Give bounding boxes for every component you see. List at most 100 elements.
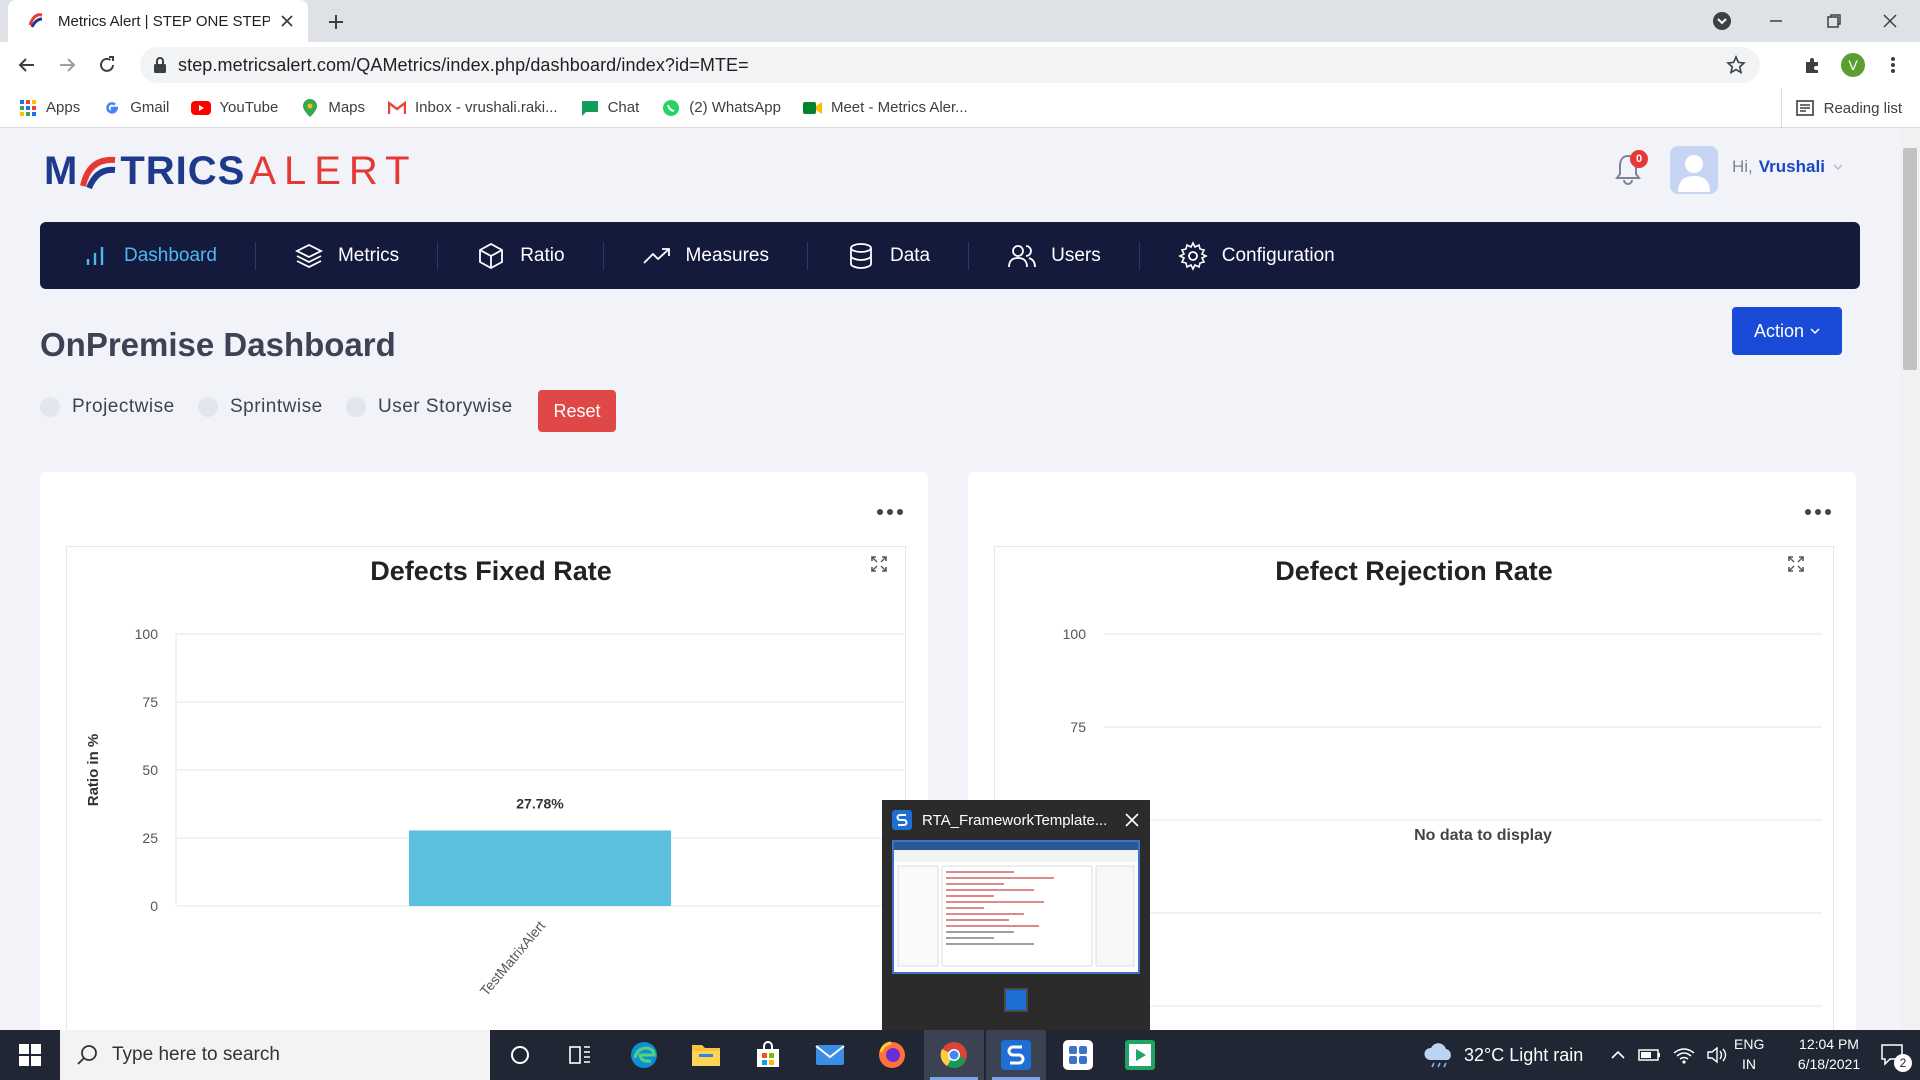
bookmark-label: Meet - Metrics Aler...: [830, 99, 968, 116]
profile-button[interactable]: V: [1840, 52, 1866, 78]
popup-app-icon: [1004, 988, 1028, 1012]
nav-label: Measures: [685, 244, 769, 266]
weather-widget[interactable]: 32°C Light rain: [1422, 1030, 1583, 1080]
more-options-icon[interactable]: [876, 507, 904, 517]
nav-dashboard[interactable]: Dashboard: [80, 241, 256, 270]
logo-letter-m: M: [44, 149, 79, 193]
nav-label: Configuration: [1221, 244, 1335, 266]
bookmark-whatsapp[interactable]: (2) WhatsApp: [661, 98, 781, 118]
notification-center-count: 2: [1894, 1054, 1912, 1072]
app-s-icon: [892, 810, 912, 830]
taskbar-file-explorer[interactable]: [676, 1030, 736, 1080]
taskbar-mail[interactable]: [800, 1030, 860, 1080]
bookmark-gmail[interactable]: Gmail: [102, 98, 169, 118]
bookmark-chat[interactable]: Chat: [580, 98, 639, 118]
layers-icon: [294, 243, 323, 268]
taskbar-teams-app[interactable]: [1048, 1030, 1108, 1080]
radio-circle[interactable]: [198, 397, 218, 417]
tab-title: Metrics Alert | STEP ONE STEP AHEAD: [58, 12, 270, 30]
nav-measures[interactable]: Measures: [604, 241, 808, 270]
reading-list-button[interactable]: Reading list: [1780, 88, 1902, 128]
x-tick-label: TestMatrixAlert: [477, 918, 549, 999]
filter-radio-user-storywise[interactable]: User Storywise: [346, 396, 513, 418]
filter-radio-projectwise[interactable]: Projectwise: [40, 396, 175, 418]
bookmark-inbox[interactable]: Inbox - vrushali.raki...: [387, 98, 558, 118]
action-center-button[interactable]: 2: [1866, 1030, 1920, 1080]
y-tick-label: 25: [142, 830, 158, 846]
more-options-icon[interactable]: [1804, 507, 1832, 517]
filter-radio-sprintwise[interactable]: Sprintwise: [198, 396, 323, 418]
browser-menu-button[interactable]: [1880, 52, 1906, 78]
close-tab-icon[interactable]: [278, 12, 296, 30]
new-tab-button[interactable]: [322, 8, 350, 36]
nav-data[interactable]: Data: [808, 241, 970, 270]
url-text: step.metricsalert.com/QAMetrics/index.ph…: [178, 54, 749, 75]
user-name: Vrushali: [1758, 157, 1825, 176]
taskbar-search-box[interactable]: Type here to search: [60, 1030, 490, 1080]
nav-label: Data: [889, 244, 931, 266]
bookmark-label: YouTube: [219, 99, 279, 116]
bookmark-youtube[interactable]: YouTube: [191, 98, 278, 118]
close-icon[interactable]: [1124, 812, 1140, 828]
speaker-icon[interactable]: [1706, 1045, 1730, 1065]
apps-grid-icon: [18, 98, 38, 118]
taskbar-chrome[interactable]: [924, 1030, 984, 1080]
bookmark-maps[interactable]: Maps: [300, 98, 365, 118]
play-app-icon: [1125, 1040, 1155, 1070]
taskbar-firefox[interactable]: [862, 1030, 922, 1080]
close-window-button[interactable]: [1862, 0, 1918, 42]
logo-swoosh-icon: [80, 156, 116, 190]
radio-circle[interactable]: [346, 397, 366, 417]
bookmark-label: Maps: [328, 99, 366, 116]
user-avatar[interactable]: [1670, 146, 1718, 194]
nav-users[interactable]: Users: [969, 241, 1140, 270]
cortana-circle-icon: [511, 1046, 529, 1064]
search-placeholder: Type here to search: [112, 1044, 280, 1065]
radio-circle[interactable]: [40, 397, 60, 417]
lang-code: ENG: [1734, 1036, 1765, 1052]
metrics-alert-logo[interactable]: M TRICS ALERT: [44, 149, 418, 194]
nav-ratio[interactable]: Ratio: [438, 241, 604, 270]
forward-button[interactable]: [54, 52, 80, 78]
back-button[interactable]: [14, 52, 40, 78]
star-bookmark-icon[interactable]: [1726, 55, 1746, 75]
restore-button[interactable]: [1806, 0, 1862, 42]
notification-count-badge: 0: [1630, 150, 1648, 168]
taskbar-store[interactable]: [738, 1030, 798, 1080]
reload-button[interactable]: [94, 52, 120, 78]
address-bar[interactable]: step.metricsalert.com/QAMetrics/index.ph…: [140, 47, 1760, 83]
user-menu-toggle[interactable]: Hi, Vrushali: [1732, 157, 1843, 177]
wifi-icon[interactable]: [1672, 1045, 1696, 1065]
tab-search-button[interactable]: [1694, 0, 1750, 42]
browser-tab[interactable]: Metrics Alert | STEP ONE STEP AHEAD: [8, 0, 308, 42]
extensions-button[interactable]: [1800, 52, 1826, 78]
nav-metrics[interactable]: Metrics: [256, 241, 439, 270]
taskbar-edge[interactable]: [614, 1030, 674, 1080]
scrollbar-thumb[interactable]: [1903, 148, 1917, 370]
users-icon: [1008, 244, 1037, 267]
input-language-indicator[interactable]: ENG IN: [1734, 1034, 1764, 1074]
reset-button[interactable]: Reset: [538, 390, 616, 432]
expand-icon[interactable]: [870, 555, 888, 573]
metrics-alert-favicon-icon: [28, 13, 43, 28]
bookmark-meet[interactable]: Meet - Metrics Aler...: [802, 98, 968, 118]
task-view-button[interactable]: [550, 1030, 610, 1080]
start-button[interactable]: [0, 1030, 60, 1080]
cortana-button[interactable]: [490, 1030, 550, 1080]
store-bag-icon: [757, 1041, 779, 1067]
expand-icon[interactable]: [1787, 555, 1805, 573]
minimize-button[interactable]: [1748, 0, 1804, 42]
taskbar-s-app[interactable]: [986, 1030, 1046, 1080]
weather-text: 32°C Light rain: [1464, 1044, 1584, 1065]
window-preview-thumbnail[interactable]: [892, 840, 1140, 974]
bar-data-label: 27.78%: [516, 795, 564, 811]
battery-icon[interactable]: [1638, 1045, 1662, 1065]
y-tick-label: 50: [142, 762, 158, 778]
nav-configuration[interactable]: Configuration: [1140, 240, 1373, 271]
youtube-icon: [191, 98, 212, 118]
chevron-up-icon[interactable]: [1608, 1045, 1628, 1065]
grid-app-icon: [1063, 1040, 1093, 1070]
taskbar-media-app[interactable]: [1110, 1030, 1170, 1080]
bookmark-apps[interactable]: Apps: [18, 98, 80, 118]
action-dropdown-button[interactable]: Action: [1732, 307, 1842, 355]
